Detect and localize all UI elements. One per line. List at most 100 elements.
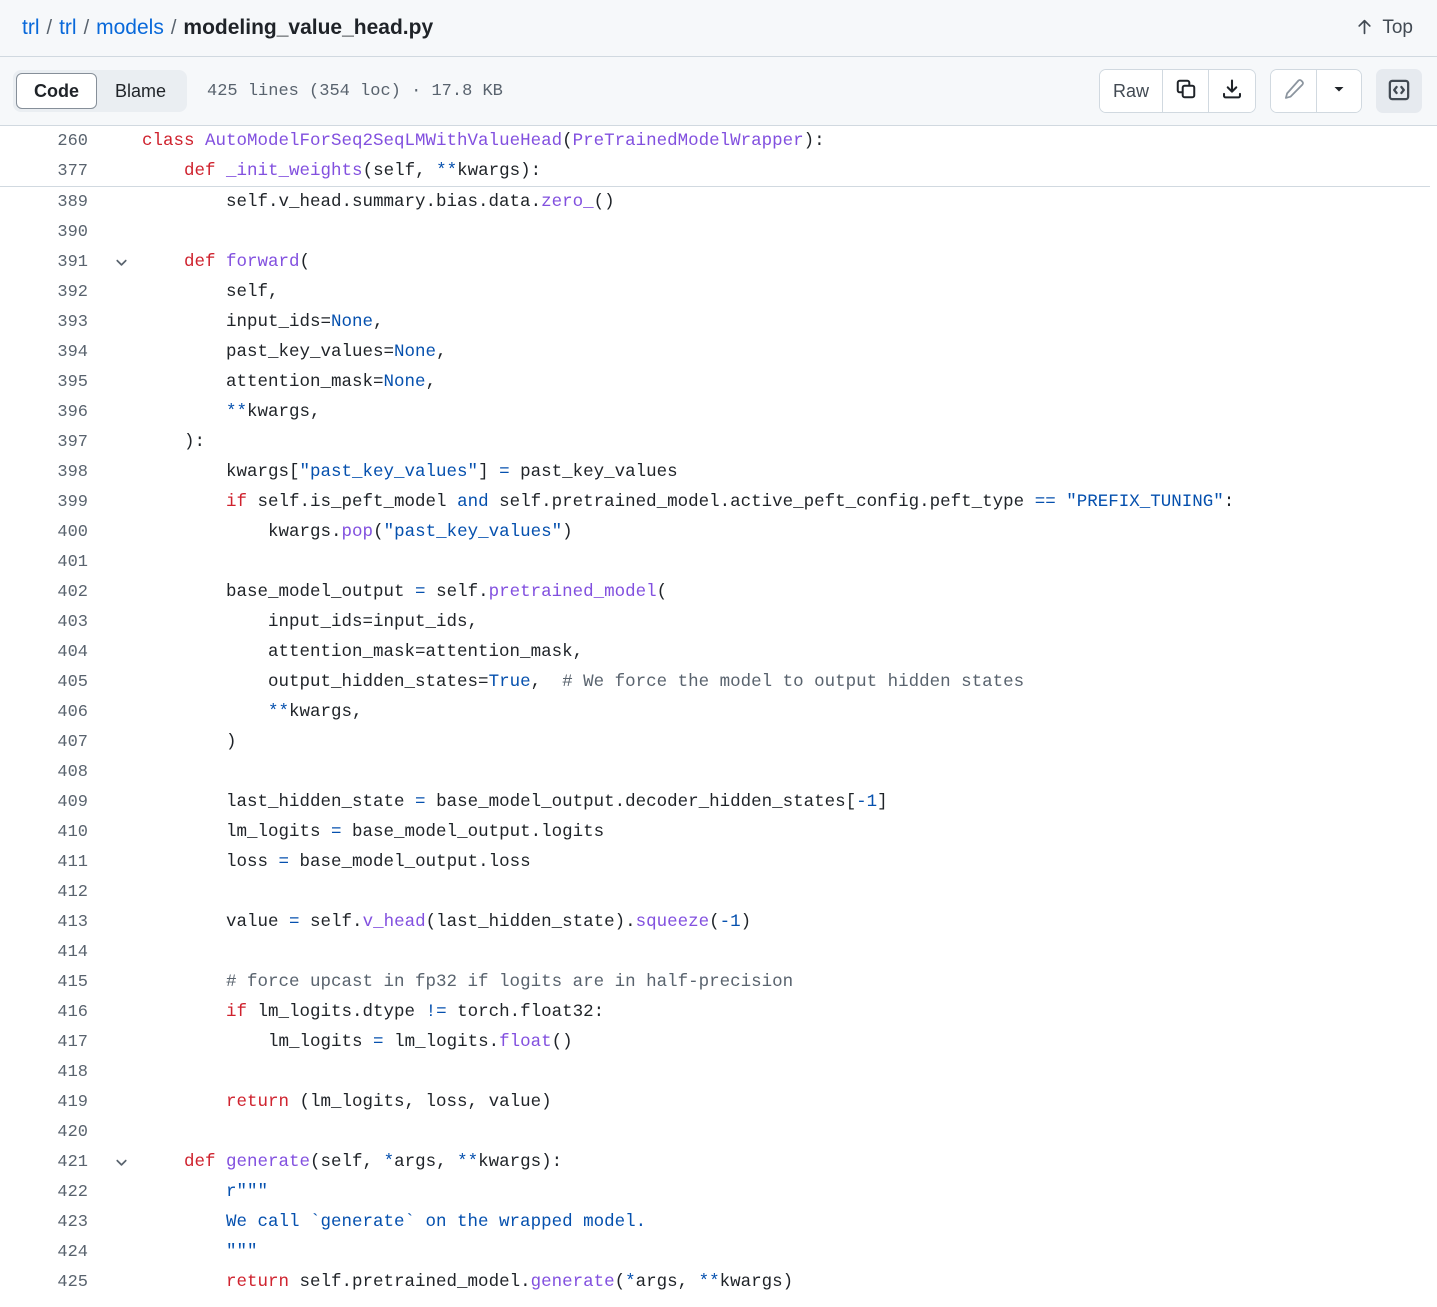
breadcrumb-link-models[interactable]: models xyxy=(96,16,164,40)
code-content[interactable]: class AutoModelForSeq2SeqLMWithValueHead… xyxy=(136,126,1437,156)
line-number[interactable]: 260 xyxy=(0,126,106,156)
line-number[interactable]: 419 xyxy=(0,1087,106,1117)
line-number[interactable]: 403 xyxy=(0,607,106,637)
line-number[interactable]: 424 xyxy=(0,1237,106,1267)
line-number[interactable]: 407 xyxy=(0,727,106,757)
code-content[interactable]: value = self.v_head(last_hidden_state).s… xyxy=(136,907,1437,937)
line-number[interactable]: 390 xyxy=(0,217,106,247)
code-content[interactable]: base_model_output = self.pretrained_mode… xyxy=(136,577,1437,607)
code-content[interactable]: # force upcast in fp32 if logits are in … xyxy=(136,967,1437,997)
line-number[interactable]: 377 xyxy=(0,156,106,186)
code-content[interactable]: last_hidden_state = base_model_output.de… xyxy=(136,787,1437,817)
code-content[interactable]: self.v_head.summary.bias.data.zero_() xyxy=(136,187,1437,217)
edit-options-dropdown[interactable] xyxy=(1317,70,1361,112)
code-content[interactable]: lm_logits = lm_logits.float() xyxy=(136,1027,1437,1057)
code-content[interactable]: lm_logits = base_model_output.logits xyxy=(136,817,1437,847)
download-raw-file-button[interactable] xyxy=(1209,70,1255,112)
code-content[interactable]: loss = base_model_output.loss xyxy=(136,847,1437,877)
line-number[interactable]: 410 xyxy=(0,817,106,847)
tab-code[interactable]: Code xyxy=(16,73,97,109)
code-content[interactable]: return (lm_logits, loss, value) xyxy=(136,1087,1437,1117)
code-content[interactable]: def _init_weights(self, **kwargs): xyxy=(136,156,1437,186)
line-number[interactable]: 400 xyxy=(0,517,106,547)
line-number[interactable]: 394 xyxy=(0,337,106,367)
code-content[interactable]: input_ids=input_ids, xyxy=(136,607,1437,637)
code-content[interactable]: **kwargs, xyxy=(136,397,1437,427)
code-content[interactable]: self, xyxy=(136,277,1437,307)
line-number[interactable]: 415 xyxy=(0,967,106,997)
line-number[interactable]: 406 xyxy=(0,697,106,727)
chevron-down-icon[interactable] xyxy=(106,247,136,277)
line-number[interactable]: 411 xyxy=(0,847,106,877)
line-number[interactable]: 409 xyxy=(0,787,106,817)
line-number[interactable]: 420 xyxy=(0,1117,106,1147)
line-number[interactable]: 402 xyxy=(0,577,106,607)
line-number[interactable]: 393 xyxy=(0,307,106,337)
code-token: forward xyxy=(226,252,300,272)
code-content[interactable]: input_ids=None, xyxy=(136,307,1437,337)
code-content[interactable] xyxy=(136,547,1437,577)
tab-blame[interactable]: Blame xyxy=(97,73,184,109)
code-content[interactable]: if lm_logits.dtype != torch.float32: xyxy=(136,997,1437,1027)
line-number[interactable]: 396 xyxy=(0,397,106,427)
line-number[interactable]: 401 xyxy=(0,547,106,577)
code-blame-toggle: Code Blame xyxy=(13,70,188,112)
line-number[interactable]: 391 xyxy=(0,247,106,277)
code-content[interactable]: return self.pretrained_model.generate(*a… xyxy=(136,1267,1437,1297)
code-content[interactable]: ): xyxy=(136,427,1437,457)
code-content[interactable]: We call `generate` on the wrapped model. xyxy=(136,1207,1437,1237)
line-number[interactable]: 397 xyxy=(0,427,106,457)
code-content[interactable] xyxy=(136,1057,1437,1087)
code-content[interactable]: past_key_values=None, xyxy=(136,337,1437,367)
line-number[interactable]: 417 xyxy=(0,1027,106,1057)
code-token: ** xyxy=(698,1272,720,1292)
line-number[interactable]: 413 xyxy=(0,907,106,937)
line-number[interactable]: 414 xyxy=(0,937,106,967)
code-content[interactable]: if self.is_peft_model and self.pretraine… xyxy=(136,487,1437,517)
line-number[interactable]: 398 xyxy=(0,457,106,487)
line-number[interactable]: 423 xyxy=(0,1207,106,1237)
line-number[interactable]: 389 xyxy=(0,187,106,217)
code-content[interactable]: r""" xyxy=(136,1177,1437,1207)
raw-button[interactable]: Raw xyxy=(1099,70,1163,112)
line-number[interactable]: 421 xyxy=(0,1147,106,1177)
chevron-down-icon[interactable] xyxy=(106,1147,136,1177)
code-content[interactable] xyxy=(136,877,1437,907)
line-number[interactable]: 392 xyxy=(0,277,106,307)
line-number[interactable]: 399 xyxy=(0,487,106,517)
line-number[interactable]: 404 xyxy=(0,637,106,667)
code-content[interactable]: output_hidden_states=True, # We force th… xyxy=(136,667,1437,697)
code-content[interactable]: def generate(self, *args, **kwargs): xyxy=(136,1147,1437,1177)
code-content[interactable]: kwargs["past_key_values"] = past_key_val… xyxy=(136,457,1437,487)
code-content[interactable]: **kwargs, xyxy=(136,697,1437,727)
code-content[interactable] xyxy=(136,937,1437,967)
code-content[interactable]: attention_mask=attention_mask, xyxy=(136,637,1437,667)
code-token: """ xyxy=(226,1242,258,1262)
line-number[interactable]: 418 xyxy=(0,1057,106,1087)
code-content[interactable] xyxy=(136,1117,1437,1147)
line-number[interactable]: 395 xyxy=(0,367,106,397)
back-to-top-link[interactable]: Top xyxy=(1350,13,1419,43)
edit-file-button[interactable] xyxy=(1271,70,1317,112)
code-content[interactable] xyxy=(136,757,1437,787)
line-number[interactable]: 425 xyxy=(0,1267,106,1297)
line-number[interactable]: 405 xyxy=(0,667,106,697)
line-number[interactable]: 408 xyxy=(0,757,106,787)
code-token: float xyxy=(499,1032,552,1052)
code-viewport[interactable]: 260 class AutoModelForSeq2SeqLMWithValueH… xyxy=(0,126,1437,1307)
copy-raw-contents-button[interactable] xyxy=(1163,70,1209,112)
line-number[interactable]: 412 xyxy=(0,877,106,907)
code-line: 400 kwargs.pop("past_key_values") xyxy=(0,517,1437,547)
breadcrumb-link-trl[interactable]: trl xyxy=(59,16,77,40)
code-content[interactable] xyxy=(136,217,1437,247)
code-content[interactable]: kwargs.pop("past_key_values") xyxy=(136,517,1437,547)
breadcrumb-link-trl[interactable]: trl xyxy=(22,16,40,40)
line-number[interactable]: 422 xyxy=(0,1177,106,1207)
code-content[interactable]: """ xyxy=(136,1237,1437,1267)
code-content[interactable]: def forward( xyxy=(136,247,1437,277)
pencil-icon xyxy=(1283,78,1305,105)
line-number[interactable]: 416 xyxy=(0,997,106,1027)
code-content[interactable]: ) xyxy=(136,727,1437,757)
symbols-panel-toggle[interactable] xyxy=(1376,69,1422,113)
code-content[interactable]: attention_mask=None, xyxy=(136,367,1437,397)
